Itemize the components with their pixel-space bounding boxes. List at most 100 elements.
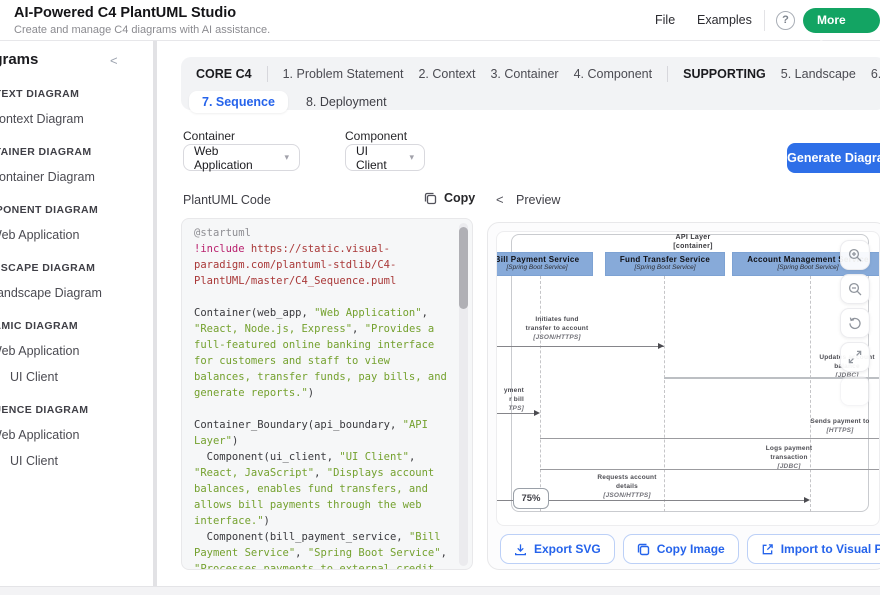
message-label: yment r bill TPS] [496, 386, 524, 413]
container-select[interactable]: Web Application ▾ [183, 144, 300, 171]
preview-actions: Export SVG Copy Image Import to Visual P… [500, 534, 880, 564]
sidebar-item-ui-client[interactable]: UI Client [10, 370, 153, 385]
container-select-value: Web Application [194, 144, 276, 172]
code-line: Container_Boundary(api_boundary, "API [194, 417, 447, 433]
code-line: balances, enables fund transfers, and [194, 481, 447, 497]
participant-name: Fund Transfer Service [606, 255, 724, 264]
arrowhead-icon [804, 497, 810, 503]
diagram-viewport[interactable]: API Layer [container] Bill Payment Servi… [496, 231, 880, 526]
import-label: Import to Visual Paradigm [781, 542, 880, 556]
sidebar-item-web-application[interactable]: Web Application [0, 344, 153, 359]
copy-code-button[interactable]: Copy [424, 191, 475, 205]
code-line: Layer") [194, 433, 447, 449]
copy-label: Copy [444, 191, 475, 205]
code-line: !include https://static.visual- [194, 241, 447, 257]
code-line: "React, JavaScript", "Displays account [194, 465, 447, 481]
export-svg-label: Export SVG [534, 542, 601, 556]
tab-deployment[interactable]: 8. Deployment [300, 91, 393, 113]
container-label: Container [183, 129, 235, 143]
tab-1-problem-statement[interactable]: 1. Problem Statement [283, 67, 404, 81]
boundary-subtitle: [container] [593, 243, 793, 250]
download-icon [514, 543, 527, 556]
code-line: @startuml [194, 225, 447, 241]
code-line: paradigm.com/plantuml-stdlib/C4- [194, 257, 447, 273]
sidebar-section-dynamic-diagram: DYNAMIC DIAGRAM [0, 320, 153, 333]
message-arrow [496, 346, 664, 347]
arrowhead-icon [658, 343, 664, 349]
participant-bill-payment-service: Bill Payment Service [Spring Boot Servic… [496, 252, 593, 276]
participant-name: Bill Payment Service [496, 255, 592, 264]
sidebar-title: Diagrams [0, 51, 153, 69]
sidebar-item-web-application[interactable]: Web Application [0, 428, 153, 443]
copy-image-button[interactable]: Copy Image [623, 534, 739, 564]
preview-collapse-icon[interactable]: < [496, 192, 504, 207]
code-line: balances, transfer funds, pay bills, and [194, 369, 447, 385]
tab-6-dynamic[interactable]: 6. Dynamic [871, 67, 880, 81]
reset-view-button[interactable] [840, 308, 870, 338]
more-apps-button[interactable]: More Apps [803, 8, 880, 33]
sidebar-item-context-diagram[interactable]: Context Diagram [0, 112, 153, 127]
lifeline [810, 276, 811, 512]
copy-image-label: Copy Image [657, 542, 725, 556]
boundary-title: API Layer [593, 234, 793, 241]
code-panel-title: PlantUML Code [183, 193, 271, 207]
component-select[interactable]: UI Client ▾ [345, 144, 425, 171]
generate-diagram-button[interactable]: Generate Diagram [787, 143, 880, 173]
code-line: "React, Node.js, Express", "Provides a [194, 321, 447, 337]
sidebar-item-ui-client[interactable]: UI Client [10, 454, 153, 469]
sidebar-item-container-diagram[interactable]: Container Diagram [0, 170, 153, 185]
tab-2-context[interactable]: 2. Context [418, 67, 475, 81]
help-icon[interactable]: ? [776, 11, 795, 30]
reset-icon [848, 316, 862, 330]
code-line: Component(ui_client, "UI Client", [194, 449, 447, 465]
code-line: Container(web_app, "Web Application", [194, 305, 447, 321]
app-subtitle: Create and manage C4 diagrams with AI as… [14, 24, 270, 36]
copy-icon [424, 192, 437, 205]
message-arrow [496, 413, 538, 414]
sidebar-collapse-icon[interactable]: < [110, 53, 118, 68]
message-arrow [540, 469, 880, 470]
tab-sequence[interactable]: 7. Sequence [189, 91, 288, 113]
message-label: Logs payment transaction [JDBC] [719, 444, 859, 471]
export-svg-button[interactable]: Export SVG [500, 534, 615, 564]
participant-fund-transfer-service: Fund Transfer Service [Spring Boot Servi… [605, 252, 725, 276]
sidebar-section-context-diagram: CONTEXT DIAGRAM [0, 88, 153, 101]
chevron-down-icon: ▾ [409, 152, 414, 163]
menu-examples[interactable]: Examples [697, 13, 752, 27]
extra-control-button[interactable] [840, 376, 870, 406]
menu-file[interactable]: File [655, 13, 675, 27]
lifeline [540, 276, 541, 512]
sidebar-scrollbar[interactable] [153, 41, 157, 595]
app-window: AI-Powered C4 PlantUML Studio Create and… [0, 0, 880, 595]
zoom-in-button[interactable] [840, 240, 870, 270]
sidebar-item-web-application[interactable]: Web Application [0, 228, 153, 243]
zoom-in-icon [848, 248, 862, 262]
app-header: AI-Powered C4 PlantUML Studio Create and… [0, 0, 880, 41]
code-scrollbar-thumb[interactable] [459, 227, 468, 309]
sidebar-section-sequence-diagram: SEQUENCE DIAGRAM [0, 404, 153, 417]
sidebar: Diagrams < CONTEXT DIAGRAM Context Diagra… [0, 41, 153, 586]
tab-4-component[interactable]: 4. Component [574, 67, 653, 81]
zoom-out-button[interactable] [840, 274, 870, 304]
tab-3-container[interactable]: 3. Container [490, 67, 558, 81]
code-editor[interactable]: @startuml!include https://static.visual-… [181, 218, 473, 570]
expand-icon [848, 350, 862, 364]
code-line: PlantUML/master/C4_Sequence.puml [194, 273, 447, 289]
code-line [194, 401, 447, 417]
import-to-visual-paradigm-button[interactable]: Import to Visual Paradigm [747, 534, 880, 564]
app-title: AI-Powered C4 PlantUML Studio [14, 5, 236, 21]
sidebar-item-landscape-diagram[interactable]: Landscape Diagram [0, 286, 153, 301]
code-line [194, 289, 447, 305]
code-line: interface.") [194, 513, 447, 529]
message-label: Sends payment to [HTTPS] [770, 417, 880, 435]
external-link-icon [761, 543, 774, 556]
sidebar-section-container-diagram: CONTAINER DIAGRAM [0, 146, 153, 159]
zoom-level-badge: 75% [513, 488, 549, 509]
participant-tech: [Spring Boot Service] [496, 264, 592, 271]
fullscreen-button[interactable] [840, 342, 870, 372]
code-line: for customers and staff to view [194, 353, 447, 369]
sidebar-section-component-diagram: COMPONENT DIAGRAM [0, 204, 153, 217]
code-line: full-featured online banking interface [194, 337, 447, 353]
horizontal-scrollbar[interactable] [0, 586, 880, 595]
tab-5-landscape[interactable]: 5. Landscape [781, 67, 856, 81]
